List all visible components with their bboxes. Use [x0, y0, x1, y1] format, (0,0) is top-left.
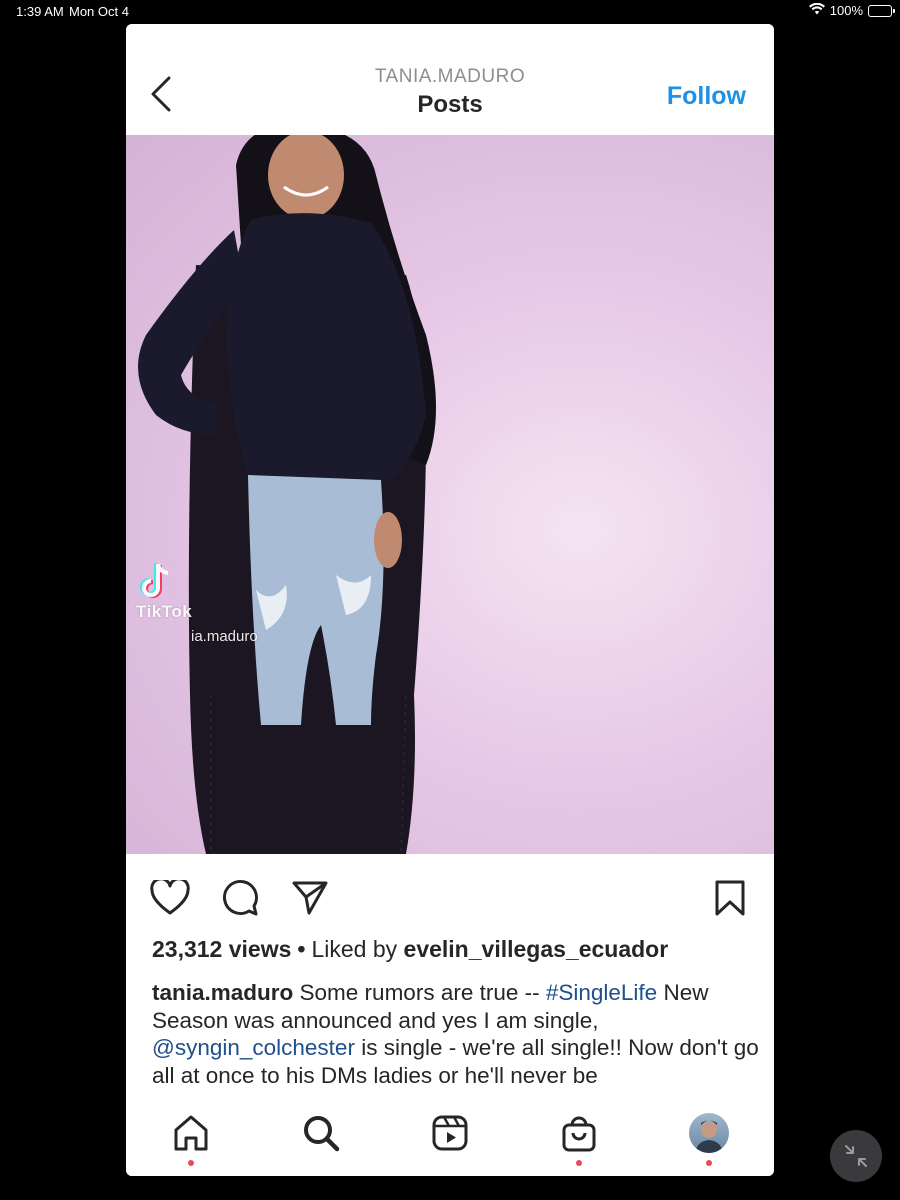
post-caption: tania.maduro Some rumors are true -- #Si… — [152, 979, 762, 1089]
tiktok-watermark: TikTok ia.maduro — [136, 560, 258, 645]
tab-home[interactable] — [166, 1108, 216, 1166]
status-time: 1:39 AM — [16, 4, 64, 19]
comment-button[interactable] — [218, 876, 262, 920]
wifi-icon — [808, 2, 825, 18]
app-window: TANIA.MADURO Posts Follow TikTok ia.madu… — [126, 24, 774, 1176]
tab-shop[interactable] — [554, 1108, 604, 1166]
avatar — [689, 1113, 729, 1153]
tab-profile[interactable] — [684, 1108, 734, 1166]
comment-icon — [223, 880, 258, 916]
battery-icon — [868, 4, 895, 17]
nav-header: TANIA.MADURO Posts Follow — [126, 24, 774, 135]
notification-dot — [576, 1160, 582, 1166]
shopping-bag-icon — [562, 1116, 596, 1152]
status-date: Mon Oct 4 — [69, 4, 129, 19]
caption-mention[interactable]: @syngin_colchester — [152, 1035, 355, 1060]
caption-username[interactable]: tania.maduro — [152, 980, 293, 1005]
engagement-line: 23,312 views • Liked by evelin_villegas_ec… — [152, 936, 668, 963]
status-bar: 1:39 AM Mon Oct 4 100% — [0, 0, 900, 24]
tab-reels[interactable] — [425, 1108, 475, 1158]
share-icon — [292, 881, 328, 915]
exit-fullscreen-button[interactable] — [830, 1130, 882, 1182]
liked-by-label: Liked by — [311, 936, 398, 962]
caption-hashtag[interactable]: #SingleLife — [546, 980, 657, 1005]
battery-percent: 100% — [829, 3, 863, 18]
follow-button[interactable]: Follow — [667, 82, 746, 111]
like-button[interactable] — [148, 876, 192, 920]
tab-bar — [126, 1090, 774, 1176]
notification-dot — [706, 1160, 712, 1166]
search-icon — [304, 1116, 340, 1152]
caption-text: Some rumors are true -- — [293, 980, 546, 1005]
tiktok-icon — [140, 563, 169, 598]
minimize-arrows-icon — [845, 1145, 867, 1167]
liked-by-user[interactable]: evelin_villegas_ecuador — [404, 936, 669, 962]
post-video-frame — [138, 135, 436, 854]
bookmark-icon — [715, 880, 745, 916]
tiktok-logo-text: TikTok — [136, 602, 193, 621]
tiktok-handle: ia.maduro — [191, 628, 258, 645]
save-button[interactable] — [708, 876, 752, 920]
home-icon — [174, 1115, 208, 1151]
heart-icon — [150, 880, 190, 915]
tab-search[interactable] — [296, 1108, 346, 1158]
notification-dot — [188, 1160, 194, 1166]
views-count[interactable]: 23,312 views — [152, 936, 291, 962]
share-button[interactable] — [288, 876, 332, 920]
post-actions — [126, 854, 774, 934]
reels-icon — [432, 1115, 468, 1151]
separator-dot: • — [297, 936, 306, 962]
status-indicators: 100% — [808, 2, 895, 18]
post-video[interactable]: TikTok ia.maduro — [126, 135, 774, 854]
